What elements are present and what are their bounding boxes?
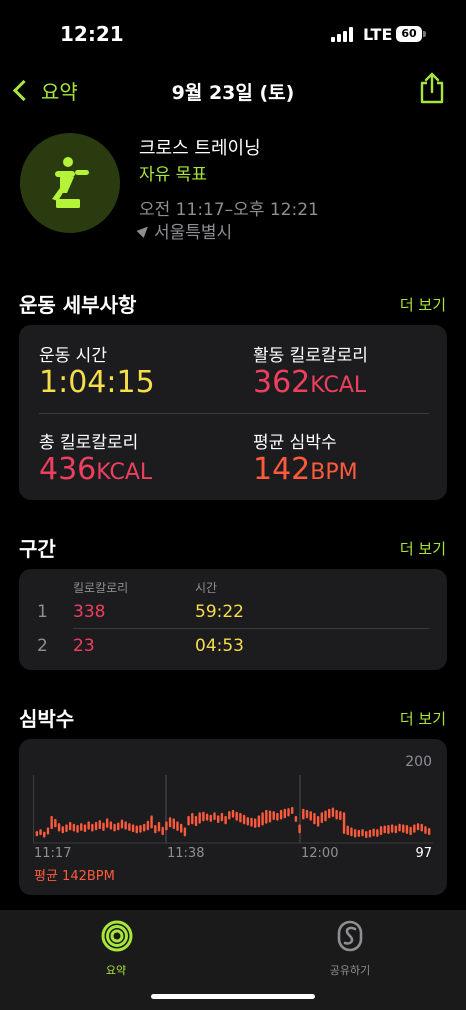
duration-label: 운동 시간 <box>39 346 107 366</box>
location-arrow-icon <box>136 223 152 238</box>
hr-x-label: 11:17 <box>34 846 72 861</box>
status-time: 12:21 <box>60 22 124 46</box>
total-cal-value: 436 <box>39 452 97 487</box>
workout-type-badge <box>20 133 120 233</box>
tab-sharing[interactable]: 공유하기 <box>312 918 388 978</box>
details-more-link[interactable]: 더 보기 <box>400 294 446 315</box>
workout-location: 서울특별시 <box>136 218 233 243</box>
segments-col-time: 시간 <box>195 581 218 595</box>
total-cal-stat: 436KCAL <box>39 452 152 487</box>
hr-max-label: 200 <box>405 754 432 770</box>
segments-more-link[interactable]: 더 보기 <box>400 538 446 559</box>
active-cal-stat: 362KCAL <box>253 365 366 400</box>
tab-sharing-label: 공유하기 <box>329 964 371 977</box>
details-title: 운동 세부사항 <box>19 293 137 317</box>
avg-hr-label: 평균 심박수 <box>253 433 337 453</box>
location-label: 서울특별시 <box>154 223 233 243</box>
share-icon[interactable] <box>418 72 446 104</box>
workout-goal: 자유 목표 <box>139 165 207 185</box>
hr-average-text: 평균 142BPM <box>34 869 115 884</box>
workout-time-range: 오전 11:17–오후 12:21 <box>139 200 319 220</box>
total-cal-label: 총 킬로칼로리 <box>39 433 139 453</box>
battery-tip <box>423 31 426 37</box>
cross-training-icon <box>52 157 89 208</box>
segments-title: 구간 <box>19 537 56 561</box>
duration-value: 1:04:15 <box>39 365 155 400</box>
workout-name: 크로스 트레이닝 <box>139 138 261 159</box>
hr-min-label: 97 <box>415 846 432 861</box>
segment-cal: 23 <box>73 636 95 656</box>
activity-rings-icon <box>101 920 133 952</box>
segments-col-cal: 킬로칼로리 <box>73 581 129 595</box>
sharing-icon <box>337 920 363 952</box>
segments-divider <box>73 628 429 629</box>
home-indicator[interactable] <box>151 994 315 999</box>
segment-index: 2 <box>37 636 48 656</box>
active-cal-unit: KCAL <box>310 373 367 398</box>
segments-card[interactable]: 킬로칼로리 시간 1 338 59:22 2 23 04:53 <box>19 569 447 670</box>
page-title: 9월 23일 (토) <box>171 82 295 104</box>
tab-summary[interactable]: 요약 <box>81 918 151 978</box>
avg-hr-stat: 142BPM <box>253 452 358 487</box>
hr-x-label: 11:38 <box>167 846 205 861</box>
segment-time: 59:22 <box>195 602 244 622</box>
segment-index: 1 <box>37 602 48 622</box>
battery-icon: 60 <box>396 26 422 42</box>
segment-cal: 338 <box>73 602 106 622</box>
heart-card[interactable]: 200 11:17 11:38 12:00 97 평균 142BPM <box>19 739 447 895</box>
avg-hr-value: 142 <box>253 452 311 487</box>
hr-x-label: 12:00 <box>301 846 339 861</box>
cellular-signal-icon <box>331 27 357 42</box>
details-divider <box>39 413 429 414</box>
avg-hr-unit: BPM <box>310 460 358 485</box>
active-cal-label: 활동 킬로칼로리 <box>253 346 368 366</box>
heart-title: 심박수 <box>19 707 75 731</box>
network-type: LTE <box>363 25 393 44</box>
tab-summary-label: 요약 <box>105 964 127 977</box>
segment-time: 04:53 <box>195 636 244 656</box>
total-cal-unit: KCAL <box>96 460 153 485</box>
heart-more-link[interactable]: 더 보기 <box>400 708 446 729</box>
active-cal-value: 362 <box>253 365 311 400</box>
details-card[interactable]: 운동 시간 1:04:15 활동 킬로칼로리 362KCAL 총 킬로칼로리 4… <box>19 325 447 500</box>
